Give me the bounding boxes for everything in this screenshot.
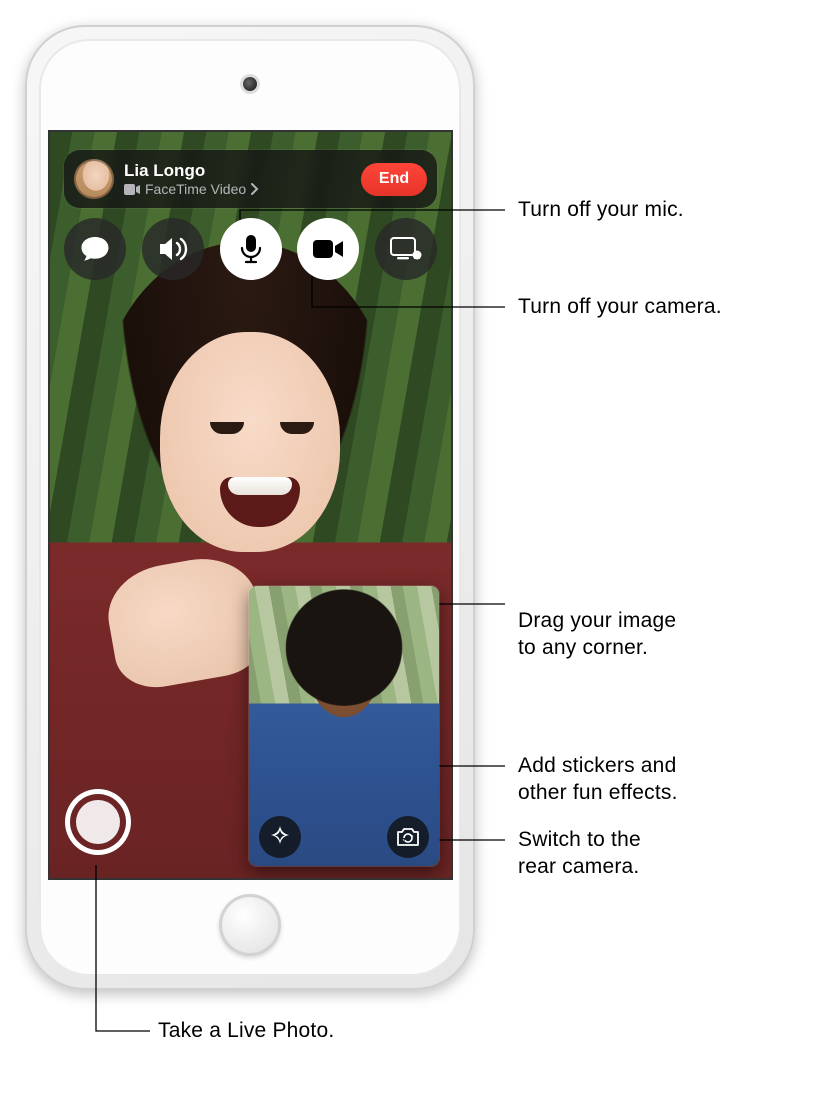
- video-small-icon: [124, 184, 140, 195]
- caller-subtitle-text: FaceTime Video: [145, 181, 246, 197]
- call-controls-row: [60, 218, 441, 280]
- end-call-button[interactable]: End: [361, 163, 427, 196]
- caller-info[interactable]: Lia Longo FaceTime Video: [124, 161, 361, 197]
- messages-icon: [80, 235, 110, 263]
- caller-name: Lia Longo: [124, 161, 361, 181]
- callout-pip: Drag your image to any corner.: [518, 608, 676, 662]
- chevron-right-icon: [251, 183, 259, 195]
- callout-effects: Add stickers and other fun effects.: [518, 753, 678, 807]
- speaker-icon: [158, 236, 188, 262]
- device-screen: Lia Longo FaceTime Video End: [48, 130, 453, 880]
- remote-caller-portrait: [110, 272, 370, 602]
- front-camera-hole: [243, 77, 257, 91]
- effects-button[interactable]: [259, 816, 301, 858]
- caller-avatar[interactable]: [74, 159, 114, 199]
- end-call-label: End: [379, 170, 409, 188]
- speaker-button[interactable]: [142, 218, 204, 280]
- callout-mic: Turn off your mic.: [518, 197, 684, 224]
- self-view-pip[interactable]: [249, 586, 439, 866]
- callout-camera: Turn off your camera.: [518, 294, 722, 321]
- caller-subtitle: FaceTime Video: [124, 181, 361, 197]
- camera-toggle-button[interactable]: [297, 218, 359, 280]
- callout-flip: Switch to the rear camera.: [518, 827, 641, 881]
- live-photo-button[interactable]: [70, 794, 126, 850]
- microphone-icon: [240, 234, 262, 264]
- home-button[interactable]: [219, 894, 281, 956]
- effects-star-icon: [267, 824, 293, 850]
- callout-livephoto: Take a Live Photo.: [158, 1018, 334, 1045]
- mute-mic-button[interactable]: [220, 218, 282, 280]
- flip-camera-button[interactable]: [387, 816, 429, 858]
- flip-camera-icon: [395, 826, 421, 848]
- messages-button[interactable]: [64, 218, 126, 280]
- share-screen-icon: [390, 237, 422, 261]
- live-photo-icon: [76, 800, 120, 844]
- share-screen-button[interactable]: [375, 218, 437, 280]
- call-header-bar[interactable]: Lia Longo FaceTime Video End: [64, 150, 437, 208]
- video-camera-icon: [312, 238, 344, 260]
